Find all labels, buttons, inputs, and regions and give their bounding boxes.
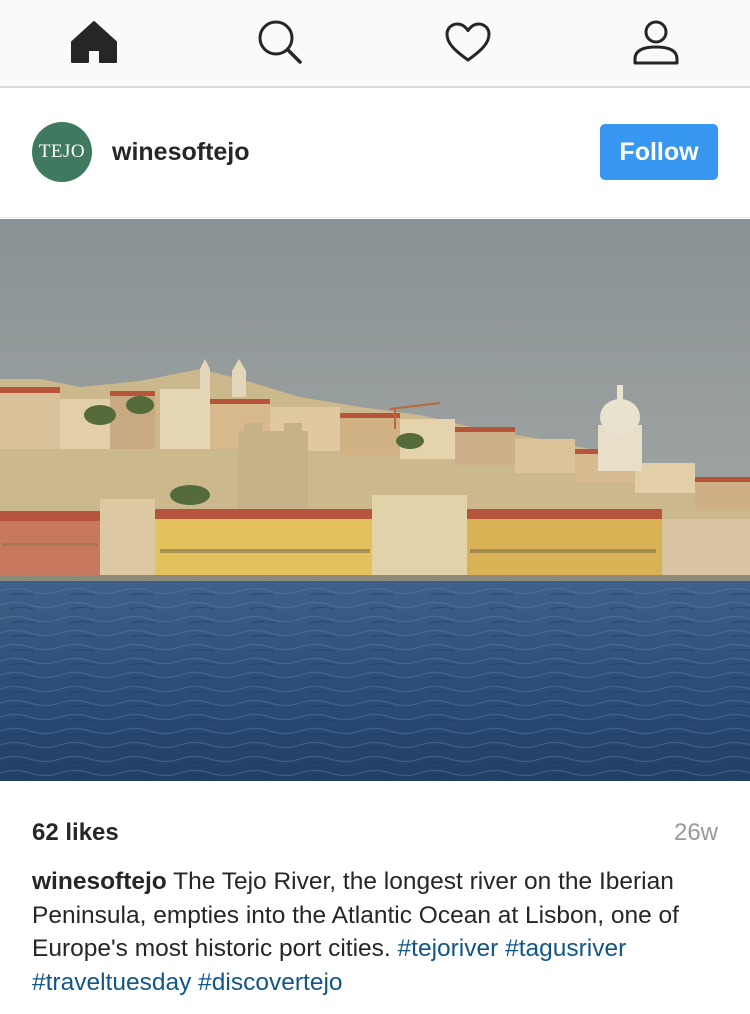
profile-icon xyxy=(633,20,679,65)
hashtag-link[interactable]: #traveltuesday xyxy=(32,969,191,996)
follow-button[interactable]: Follow xyxy=(600,124,718,180)
hashtag-link[interactable]: #discovertejo xyxy=(198,969,342,996)
avatar-logo-text: TEJO xyxy=(38,141,86,162)
nav-activity-button[interactable] xyxy=(438,14,498,70)
home-icon xyxy=(71,21,117,63)
nav-home-button[interactable] xyxy=(64,14,124,70)
post-timestamp: 26w xyxy=(673,819,718,846)
lisbon-waterfront-image xyxy=(0,219,750,781)
top-navigation-bar xyxy=(0,0,750,88)
post-header: TEJO winesoftejo Follow xyxy=(0,88,750,218)
nav-profile-button[interactable] xyxy=(626,14,686,70)
caption-username[interactable]: winesoftejo xyxy=(32,868,167,895)
post-caption: winesoftejo The Tejo River, the longest … xyxy=(32,865,712,999)
search-icon xyxy=(258,20,302,64)
post-photo[interactable] xyxy=(0,219,750,781)
avatar[interactable]: TEJO xyxy=(32,122,92,182)
hashtag-link[interactable]: #tagusriver xyxy=(505,935,626,962)
post-username[interactable]: winesoftejo xyxy=(112,138,250,167)
nav-search-button[interactable] xyxy=(250,14,310,70)
hashtag-link[interactable]: #tejoriver xyxy=(398,935,499,962)
heart-icon xyxy=(445,22,491,62)
likes-count[interactable]: 62 likes xyxy=(32,819,119,847)
post-details: 62 likes 26w winesoftejo The Tejo River,… xyxy=(0,781,750,1014)
